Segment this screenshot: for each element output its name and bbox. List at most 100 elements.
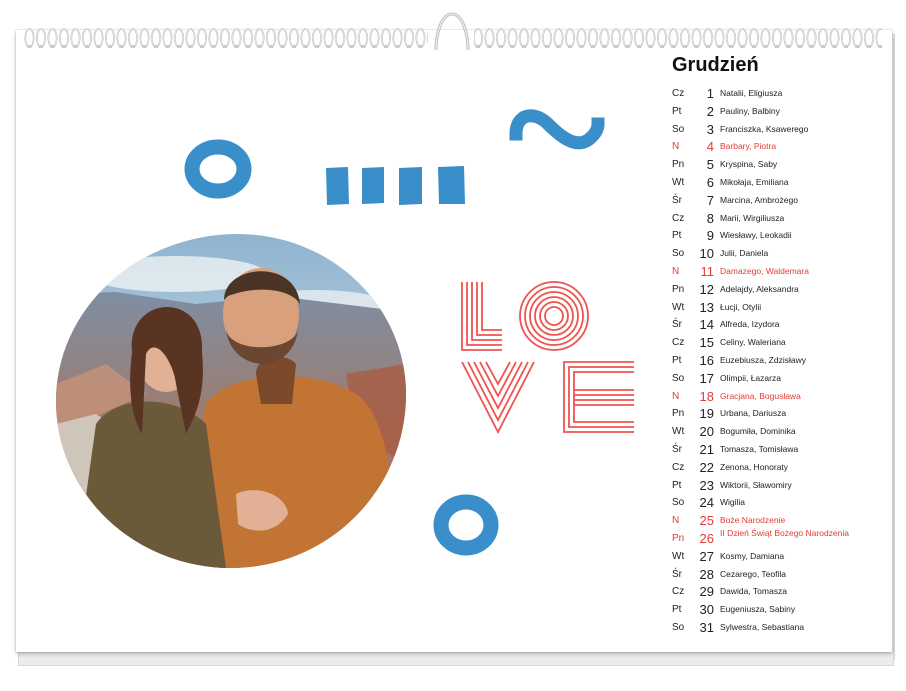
day-row: Pt 23 Wiktorii, Sławomiry <box>670 477 896 495</box>
name-day: II Dzień Świąt Bożego Narodzenia <box>720 527 849 538</box>
name-day: Urbana, Dariusza <box>720 408 787 419</box>
day-row: Wt 27 Kosmy, Damiana <box>670 548 896 566</box>
love-lettering: LO VE <box>458 278 634 434</box>
name-day: Zenona, Honoraty <box>720 461 789 472</box>
day-of-week: Śr <box>672 568 682 580</box>
day-number: 5 <box>706 157 714 173</box>
day-of-week: Cz <box>672 88 685 99</box>
name-day: Celiny, Waleriana <box>720 337 786 348</box>
day-row: Śr 28 Cezarego, Teofila <box>670 566 896 584</box>
day-row: Cz 22 Zenona, Honoraty <box>670 459 896 477</box>
day-row: N 18 Gracjana, Bogusława <box>670 388 896 406</box>
day-row: Cz 29 Dawida, Tomasza <box>670 583 896 601</box>
day-number: 11 <box>700 263 715 279</box>
name-day: Marcina, Ambrożego <box>720 194 798 205</box>
name-day: Euzebiusza, Zdzisławy <box>720 354 806 365</box>
day-row: So 17 Olimpii, Łazarza <box>670 370 896 388</box>
day-of-week: So <box>672 372 685 384</box>
name-day: Kosmy, Damiana <box>720 550 785 561</box>
day-row: Pt 16 Euzebiusza, Zdzisławy <box>670 352 896 370</box>
name-day: Mikołaja, Emiliana <box>720 176 789 187</box>
day-number: 21 <box>699 441 714 457</box>
day-row: Cz 1 Natalii, Eligiusza <box>670 85 896 103</box>
day-number: 28 <box>699 566 714 582</box>
day-of-week: Pn <box>672 408 685 420</box>
day-of-week: Pt <box>672 105 682 117</box>
day-of-week: So <box>672 123 685 135</box>
day-row: Śr 14 Alfreda, Izydora <box>670 316 896 334</box>
name-day: Kryspina, Saby <box>720 159 778 170</box>
name-day: Damazego, Waldemara <box>720 265 809 276</box>
name-day: Wiktorii, Sławomiry <box>720 479 792 490</box>
name-day: Cezarego, Teofila <box>720 568 786 579</box>
day-number: 24 <box>699 495 714 511</box>
day-of-week: Wt <box>672 176 685 188</box>
day-of-week: Wt <box>672 426 685 438</box>
day-row: So 24 Wigilia <box>670 494 896 512</box>
day-number: 25 <box>699 513 714 529</box>
day-row: So 3 Franciszka, Ksawerego <box>670 121 896 139</box>
day-of-week: Cz <box>672 586 685 598</box>
day-row: Pn 12 Adelajdy, Aleksandra <box>670 281 896 299</box>
day-of-week: Śr <box>672 319 682 331</box>
day-of-week: Pn <box>672 532 685 544</box>
day-of-week: N <box>672 265 680 277</box>
day-number: 16 <box>699 352 714 368</box>
name-day: Franciszka, Ksawerego <box>720 123 809 134</box>
day-of-week: N <box>672 141 680 153</box>
day-number: 18 <box>699 388 714 404</box>
day-number: 4 <box>706 139 714 155</box>
name-day: Adelajdy, Aleksandra <box>720 283 799 294</box>
day-number: 1 <box>706 86 714 101</box>
day-number: 23 <box>699 477 714 493</box>
day-row: So 31 Sylwestra, Sebastiana <box>670 619 896 637</box>
day-number: 14 <box>699 317 714 333</box>
day-number: 20 <box>699 424 714 440</box>
day-number: 10 <box>699 246 714 262</box>
day-row: Cz 8 Marii, Wirgiliusza <box>670 210 896 228</box>
blue-wave-icon <box>509 109 605 150</box>
day-row: Pn 19 Urbana, Dariusza <box>670 405 896 423</box>
name-day: Barbary, Piotra <box>720 141 777 152</box>
day-row: Pn 26 II Dzień Świąt Bożego Narodzenia <box>670 527 896 548</box>
day-row: Wt 6 Mikołaja, Emiliana <box>670 174 896 192</box>
day-number: 15 <box>699 335 714 351</box>
day-row: Wt 13 Łucji, Otylii <box>670 299 896 317</box>
name-day: Alfreda, Izydora <box>720 319 780 330</box>
day-row: Wt 20 Bogumiła, Dominika <box>670 423 896 441</box>
day-of-week: So <box>672 248 685 260</box>
day-number: 2 <box>706 103 714 119</box>
day-of-week: Pt <box>672 230 682 242</box>
name-day: Pauliny, Balbiny <box>720 105 780 116</box>
day-of-week: Pn <box>672 283 685 295</box>
name-day: Julii, Daniela <box>720 248 769 259</box>
day-number: 26 <box>699 530 714 546</box>
day-of-week: Pt <box>672 354 682 366</box>
day-row: Pt 30 Eugeniusza, Sabiny <box>670 601 896 619</box>
day-number: 6 <box>706 174 714 190</box>
day-of-week: So <box>672 497 685 509</box>
day-of-week: Pt <box>672 479 682 491</box>
day-row: Śr 21 Tomasza, Tomisława <box>670 441 896 459</box>
hanger-hook <box>434 12 470 51</box>
name-day: Wigilia <box>720 497 746 508</box>
day-row: Cz 15 Celiny, Waleriana <box>670 334 896 352</box>
love-word-bottom: VE <box>458 278 460 279</box>
day-of-week: Pn <box>672 159 685 171</box>
name-day: Dawida, Tomasza <box>720 586 787 597</box>
day-row: Śr 7 Marcina, Ambrożego <box>670 192 896 210</box>
day-of-week: So <box>672 621 685 633</box>
day-number: 31 <box>699 619 714 635</box>
love-word-top: LO <box>458 278 460 279</box>
day-number: 8 <box>706 210 714 226</box>
day-number: 19 <box>699 406 714 422</box>
blue-ring-icon <box>184 139 252 199</box>
couple-selfie-photo-icon <box>56 234 406 568</box>
day-row: Pt 2 Pauliny, Balbiny <box>670 103 896 121</box>
day-of-week: Wt <box>672 301 685 313</box>
day-number: 30 <box>699 602 714 618</box>
day-of-week: Śr <box>672 194 682 206</box>
name-day: Natalii, Eligiusza <box>720 88 783 98</box>
day-number: 7 <box>706 192 714 208</box>
day-of-week: N <box>672 515 680 527</box>
